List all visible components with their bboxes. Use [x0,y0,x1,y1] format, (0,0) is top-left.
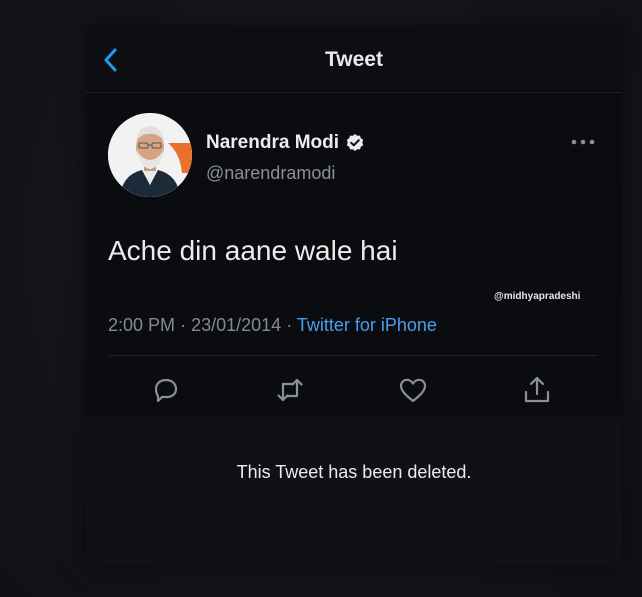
author-handle[interactable]: @narendramodi [206,163,335,184]
avatar-image [108,113,192,197]
author-name-row: Narendra Modi [206,132,365,154]
tweet-source-link[interactable]: Twitter for iPhone [297,315,437,335]
reply-icon [154,378,178,403]
screenshot-frame: Tweet Narendra Modi @narendramodi Ache d… [0,0,642,597]
tweet-metadata: 2:00 PM · 23/01/2014 · Twitter for iPhon… [108,315,437,336]
retweet-button[interactable] [274,374,306,406]
meta-separator: · [286,315,293,335]
heart-icon [399,378,427,403]
more-options-button[interactable] [570,135,596,147]
tweet-text: Ache din aane wale hai [108,235,398,266]
deleted-notice-panel: This Tweet has been deleted. [86,417,622,566]
deleted-notice-text: This Tweet has been deleted. [236,462,472,482]
avatar[interactable] [108,113,192,197]
top-bar: Tweet [86,26,622,93]
verified-badge-icon [346,134,364,151]
tweet-date: 23/01/2014 [191,315,282,335]
more-horizontal-icon [571,139,595,145]
tweet-card: Narendra Modi @narendramodi Ache din aan… [86,93,622,417]
tweet-screen: Tweet Narendra Modi @narendramodi Ache d… [86,26,622,566]
retweet-icon [277,378,303,402]
tweet-time: 2:00 PM [108,315,176,335]
tweet-actions-bar [86,370,622,410]
share-icon [524,376,550,403]
divider [108,355,598,356]
author-display-name[interactable]: Narendra Modi [206,132,339,154]
reply-button[interactable] [150,374,182,406]
share-button[interactable] [521,374,553,406]
watermark: @midhyapradeshi [494,291,581,302]
meta-separator: · [180,315,187,335]
page-title: Tweet [325,48,383,71]
like-button[interactable] [397,374,429,406]
